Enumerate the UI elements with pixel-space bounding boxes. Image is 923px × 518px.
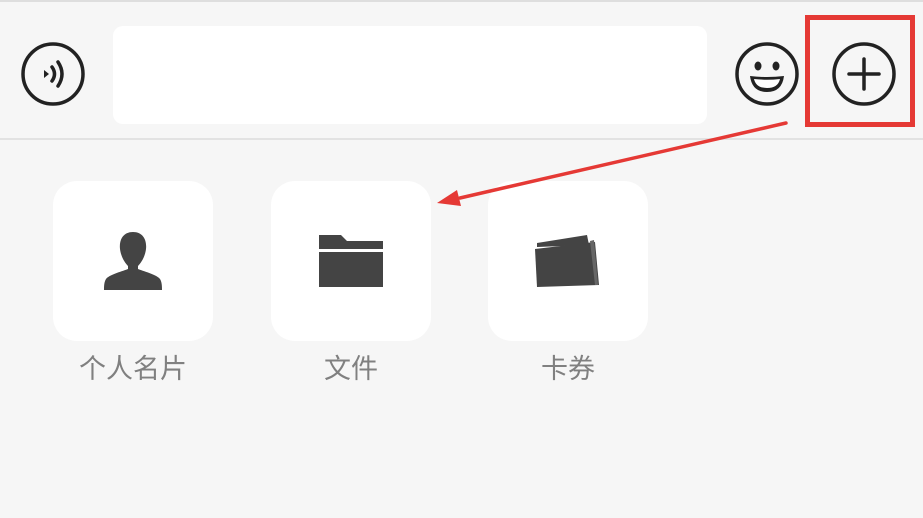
message-input[interactable] xyxy=(113,26,707,124)
chat-input-bar xyxy=(0,0,923,140)
business-card-tile[interactable] xyxy=(53,181,213,341)
voice-button[interactable] xyxy=(20,41,86,107)
business-card-label: 个人名片 xyxy=(79,354,187,385)
voice-icon xyxy=(21,42,85,106)
emoji-icon xyxy=(735,42,799,106)
plus-button-highlight-box xyxy=(805,15,915,127)
file-label: 文件 xyxy=(324,354,378,385)
coupon-label: 卡券 xyxy=(541,354,595,385)
file-tile[interactable] xyxy=(271,181,431,341)
coupon-tile[interactable] xyxy=(488,181,648,341)
folder-icon xyxy=(319,235,383,287)
wallet-icon xyxy=(535,235,599,287)
person-icon xyxy=(104,232,162,290)
emoji-button[interactable] xyxy=(733,40,801,108)
more-functions-panel: 个人名片 文件 卡券 xyxy=(0,140,923,518)
